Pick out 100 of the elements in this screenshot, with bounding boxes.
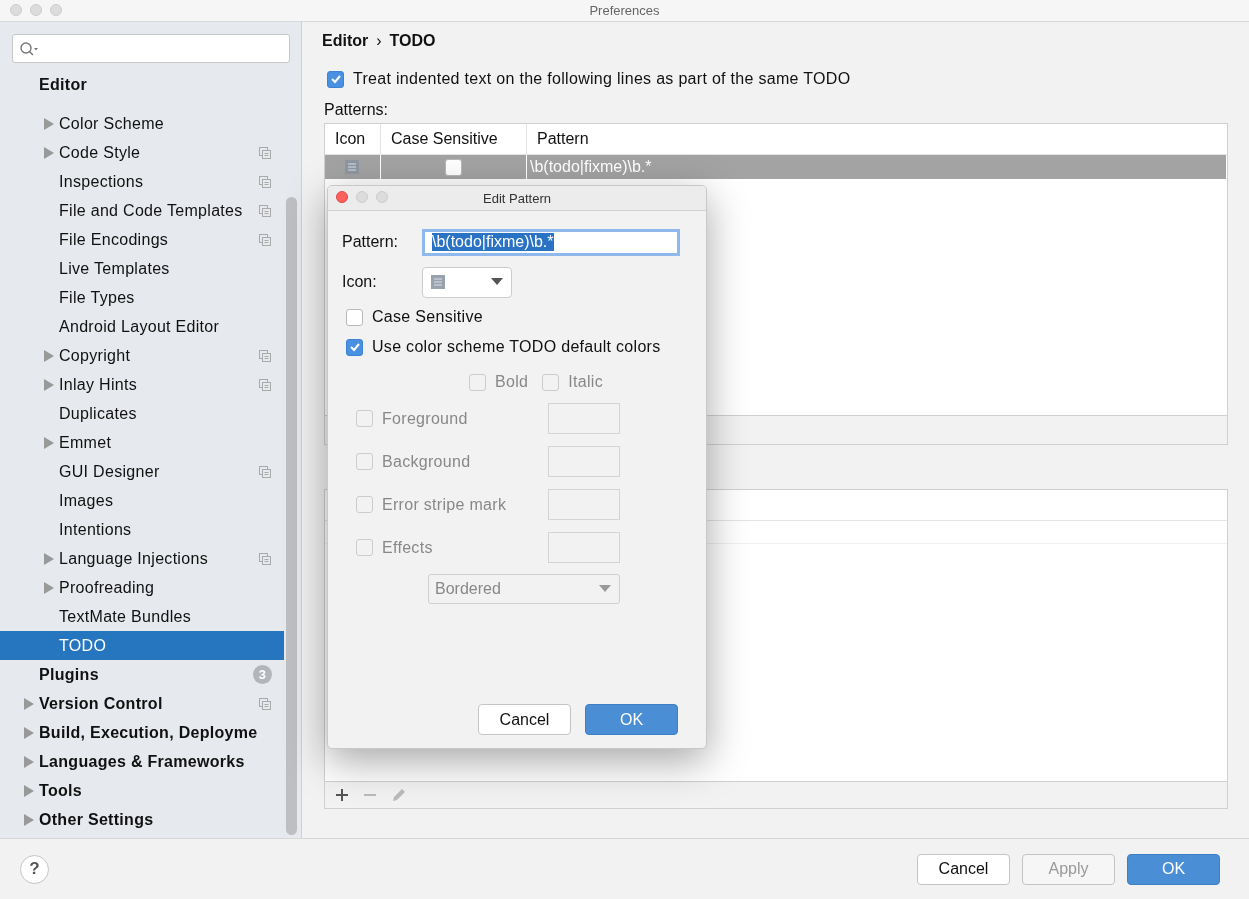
zoom-button[interactable]: [50, 4, 62, 16]
tree-item[interactable]: Plugins 3: [0, 660, 284, 689]
caret-icon: [491, 278, 503, 286]
checkbox-label: Effects: [382, 538, 433, 557]
todo-icon: [431, 275, 445, 289]
field-label: Pattern:: [342, 233, 400, 251]
expand-arrow-icon[interactable]: [44, 581, 54, 594]
tree-item[interactable]: Duplicates: [0, 399, 284, 428]
checkbox[interactable]: [346, 308, 363, 326]
color-swatch[interactable]: [548, 446, 620, 477]
checkbox[interactable]: [469, 373, 486, 391]
checkbox-label: Background: [382, 452, 471, 471]
section-label: Patterns:: [324, 101, 390, 119]
table-cell: \b(todo|fixme)\b.*: [530, 158, 652, 176]
copy-icon: [259, 233, 271, 246]
checkbox[interactable]: [445, 158, 462, 176]
checkbox[interactable]: [356, 410, 373, 427]
breadcrumb-separator: ›: [376, 32, 382, 50]
tree-item[interactable]: Version Control: [0, 689, 284, 718]
color-swatch[interactable]: [548, 403, 620, 434]
pencil-icon: [391, 787, 407, 803]
tree-item[interactable]: File Types: [0, 283, 284, 312]
tree-item[interactable]: Editor: [0, 73, 284, 109]
tree-item[interactable]: GUI Designer: [0, 457, 284, 486]
copy-icon: [259, 349, 271, 362]
minimize-button[interactable]: [30, 4, 42, 16]
close-button[interactable]: [10, 4, 22, 16]
tree-item[interactable]: Images: [0, 486, 284, 515]
zoom-button[interactable]: [376, 191, 388, 203]
checkbox-label: Case Sensitive: [372, 308, 483, 326]
checkbox[interactable]: [356, 453, 373, 470]
tree-item[interactable]: Live Templates: [0, 254, 284, 283]
caret-icon: [599, 585, 611, 593]
cancel-button[interactable]: Cancel: [478, 704, 571, 735]
copy-icon: [259, 697, 271, 710]
checkbox[interactable]: [356, 496, 373, 513]
close-button[interactable]: [336, 191, 348, 203]
copy-icon: [259, 552, 271, 565]
tree-item[interactable]: Inlay Hints: [0, 370, 284, 399]
dialog-button[interactable]: Cancel: [917, 853, 1010, 885]
search-icon: [19, 40, 39, 57]
color-swatch[interactable]: [548, 489, 620, 520]
todo-icon: [345, 160, 359, 174]
tree-item[interactable]: File Encodings: [0, 225, 284, 254]
expand-arrow-icon[interactable]: [24, 755, 34, 768]
expand-arrow-icon[interactable]: [44, 436, 54, 449]
checkbox-label: Italic: [568, 373, 603, 391]
tree-item[interactable]: File and Code Templates: [0, 196, 284, 225]
expand-arrow-icon[interactable]: [44, 117, 54, 130]
breadcrumb-item: Editor: [322, 32, 369, 50]
checkbox-label: Treat indented text on the following lines as part of the same TODO: [353, 70, 851, 88]
help-button[interactable]: ?: [20, 854, 49, 884]
tree-item[interactable]: Emmet: [0, 428, 284, 457]
check-icon: [348, 341, 361, 353]
column-header[interactable]: Pattern: [527, 124, 1227, 154]
tree-item[interactable]: Android Layout Editor: [0, 312, 284, 341]
checkbox[interactable]: [327, 70, 344, 88]
tree-item[interactable]: TextMate Bundles: [0, 602, 284, 631]
tree-item[interactable]: Copyright: [0, 341, 284, 370]
expand-arrow-icon[interactable]: [24, 784, 34, 797]
tree-item[interactable]: Language Injections: [0, 544, 284, 573]
pattern-field[interactable]: \b(todo|fixme)\b.*: [422, 228, 680, 256]
copy-icon: [259, 175, 271, 188]
icon-dropdown[interactable]: [422, 266, 512, 298]
copy-icon: [259, 146, 271, 159]
field-label: Icon:: [342, 273, 378, 291]
copy-icon: [259, 204, 271, 217]
copy-icon: [259, 378, 271, 391]
dialog-title: Edit Pattern: [483, 190, 551, 206]
tree-item[interactable]: Intentions: [0, 515, 284, 544]
column-header[interactable]: Case Sensitive: [381, 124, 527, 154]
add-button[interactable]: [333, 788, 351, 802]
tree-item[interactable]: Languages & Frameworks: [0, 747, 284, 776]
column-header[interactable]: Icon: [325, 124, 381, 154]
tree-item[interactable]: Build, Execution, Deployme: [0, 718, 284, 747]
minimize-button[interactable]: [356, 191, 368, 203]
window-title: Preferences: [589, 3, 660, 18]
expand-arrow-icon[interactable]: [44, 552, 54, 565]
expand-arrow-icon[interactable]: [24, 697, 34, 710]
tree-item[interactable]: Tools: [0, 776, 284, 805]
expand-arrow-icon[interactable]: [24, 813, 34, 826]
checkbox[interactable]: [346, 338, 363, 356]
plus-icon: [335, 788, 349, 802]
tree-item[interactable]: Color Scheme: [0, 109, 284, 138]
checkbox-label: Bold: [495, 373, 529, 391]
checkbox[interactable]: [542, 373, 560, 391]
tree-item[interactable]: Proofreading: [0, 573, 284, 602]
check-icon: [329, 73, 342, 85]
tree-item[interactable]: Other Settings: [0, 805, 284, 834]
search-field[interactable]: [12, 34, 290, 63]
checkbox[interactable]: [356, 539, 373, 556]
expand-arrow-icon[interactable]: [44, 146, 54, 159]
tree-item[interactable]: Inspections: [0, 167, 284, 196]
color-swatch[interactable]: [548, 532, 620, 563]
expand-arrow-icon[interactable]: [44, 378, 54, 391]
expand-arrow-icon[interactable]: [24, 726, 34, 739]
expand-arrow-icon[interactable]: [44, 349, 54, 362]
tree-item[interactable]: TODO: [0, 631, 284, 660]
tree-item[interactable]: Code Style: [0, 138, 284, 167]
scrollbar[interactable]: [286, 197, 297, 835]
